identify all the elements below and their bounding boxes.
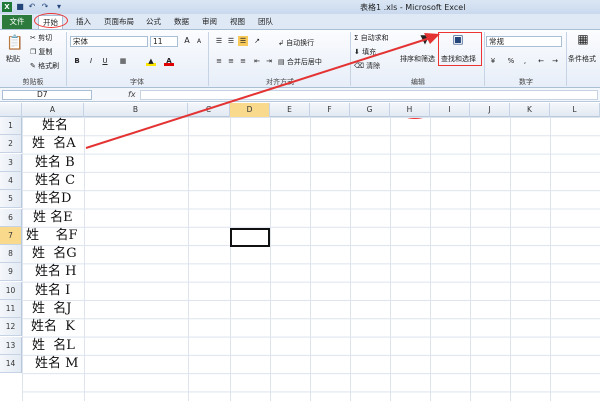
annotation-overlay [85, 33, 440, 149]
arrow-line [85, 37, 431, 149]
